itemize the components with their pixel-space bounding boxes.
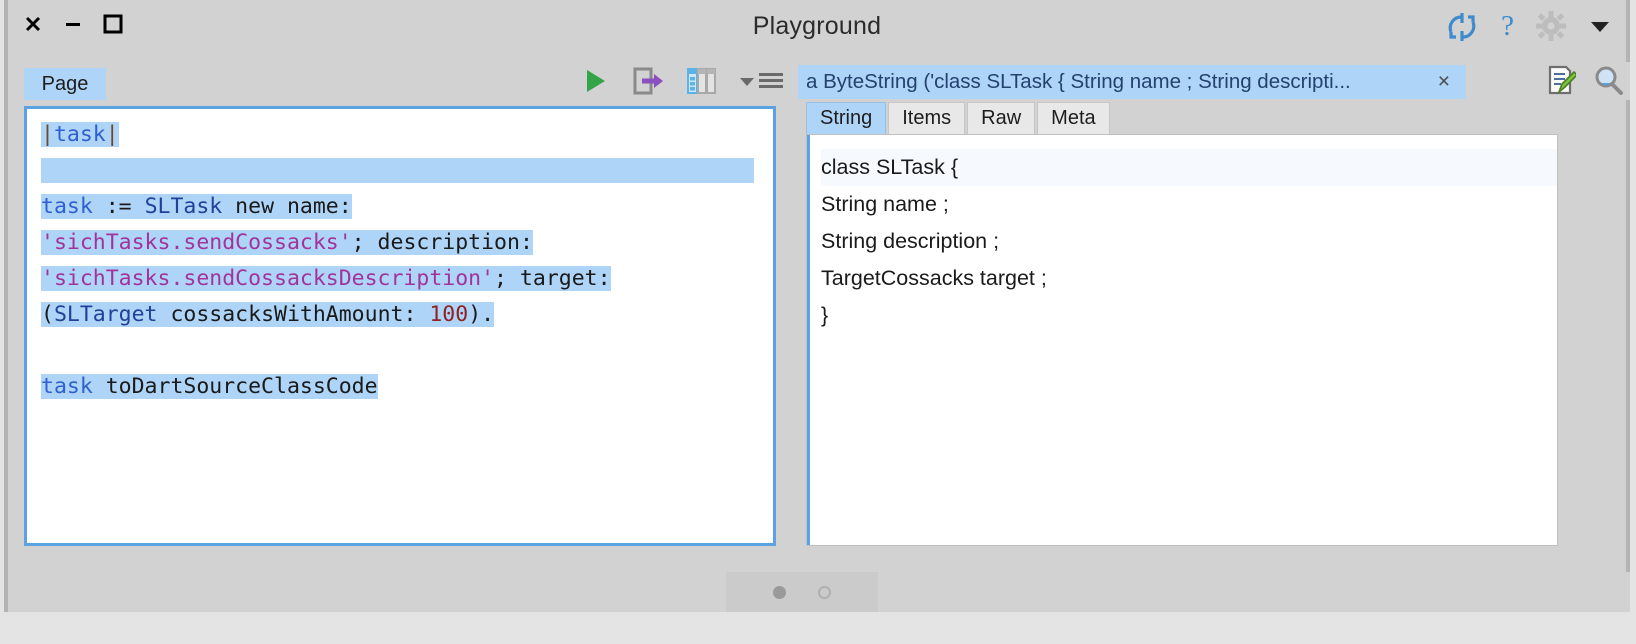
inspector-tab-bar: a ByteString ('class SLTask { String nam… [796,62,1630,100]
code-line: |task| [41,117,773,153]
tab-meta[interactable]: Meta [1037,102,1110,134]
title-bar: Playground ? [8,0,1626,62]
code-token: SLTarget [53,302,158,327]
code-line-text: (SLTarget cossacksWithAmount: 100). [41,302,495,327]
tab-label: Raw [981,107,1022,129]
tab-raw[interactable]: Raw [967,102,1036,134]
editor-toolbar-buttons [580,65,784,97]
code-line: 'sichTasks.sendCossacksDescription'; tar… [41,261,773,297]
code-token: ). [468,302,495,327]
code-token: ; target: [494,266,611,291]
code-token: 100 [429,302,469,327]
help-icon-label: ? [1501,9,1514,42]
viewer-line: } [821,303,829,327]
tab-label: Meta [1051,107,1096,129]
code-token: task [41,374,93,399]
close-icon[interactable]: × [1430,70,1458,94]
viewer-line: class SLTask { [821,149,1557,186]
code-line-text: 'sichTasks.sendCossacks'; description: [41,230,533,255]
code-token: new name: [222,194,352,219]
tab-label: String [820,107,873,129]
viewer-accent-bar [807,135,810,545]
page-indicator-dots [726,572,878,612]
tab-items[interactable]: Items [888,102,966,134]
code-line: (SLTarget cossacksWithAmount: 100). [41,297,773,333]
code-token: toDartSourceClassCode [92,374,378,399]
code-line [41,333,773,369]
help-icon[interactable]: ? [1501,9,1514,42]
page-dot-2[interactable] [818,585,831,599]
code-line-text: 'sichTasks.sendCossacksDescription'; tar… [41,266,611,291]
code-line-text: |task| [41,122,119,147]
code-line-text: task toDartSourceClassCode [41,374,378,399]
inspector-subtabs: String Items Raw Meta [806,102,1110,134]
title-bar-actions: ? [1445,9,1612,42]
desktop-background [0,612,1636,644]
code-token: task [41,194,93,219]
viewer-line: String name ; [821,192,949,216]
status-bar [12,572,1630,612]
code-token: 'sichTasks.sendCossacksDescription' [41,266,495,291]
viewer-line: String description ; [821,229,1000,253]
viewer-line: TargetCossacks target ; [821,266,1047,290]
code-editor[interactable]: |task| task := SLTask new name:'sichTask… [24,106,776,546]
code-editor-content[interactable]: |task| task := SLTask new name:'sichTask… [27,109,773,405]
tab-label: Items [902,107,952,129]
code-token: ( [41,302,54,327]
code-line: task := SLTask new name: [41,189,773,225]
object-string-viewer[interactable]: class SLTask { String name ; String descri… [806,134,1558,546]
search-icon[interactable] [1592,64,1624,96]
playground-editor-pane: Page |task| task:= SLTask new name: 'si… [12,62,788,572]
code-token: ; description: [351,230,533,255]
inspector-tools [1544,64,1624,96]
main-split: Page |task| task:= SLTask new name: 'si… [12,62,1630,572]
inspect-it-button[interactable] [686,65,716,97]
do-it-button[interactable] [580,65,610,97]
code-token [41,158,754,183]
code-token: SLTask [144,194,223,219]
do-it-and-go-button[interactable] [632,65,664,97]
tab-page[interactable]: Page [24,68,106,100]
playground-window: Playground ? Page |task| task:= SLTask … [4,0,1630,612]
page-dot-1[interactable] [773,585,786,599]
editor-toolbar: Page [12,62,788,100]
sync-icon[interactable] [1445,12,1479,41]
tab-string[interactable]: String [806,102,887,134]
code-token: := [92,194,145,219]
tab-page-label: Page [41,72,89,95]
edit-document-icon[interactable] [1544,64,1576,96]
code-line: task toDartSourceClassCode [41,369,773,405]
chevron-down-icon[interactable] [1588,12,1612,40]
object-string-content: class SLTask { String name ; String descri… [807,135,1557,334]
code-line: 'sichTasks.sendCossacks'; description: [41,225,773,261]
tab-object[interactable]: a ByteString ('class SLTask { String nam… [798,65,1466,99]
code-token: | [105,122,119,147]
tab-object-label: a ByteString ('class SLTask { String nam… [806,70,1351,93]
code-token: | [41,122,54,147]
code-line-text: task := SLTask new name: [41,194,352,219]
code-token: cossacksWithAmount: [157,302,430,327]
more-menu-button[interactable] [738,65,784,97]
code-line [41,153,773,189]
gear-icon[interactable] [1536,11,1566,41]
pane-splitter[interactable] [788,62,796,572]
code-token: 'sichTasks.sendCossacks' [41,230,352,255]
inspector-pane: a ByteString ('class SLTask { String nam… [796,62,1630,572]
page-title: Playground [752,12,882,40]
code-token: task [53,122,106,147]
